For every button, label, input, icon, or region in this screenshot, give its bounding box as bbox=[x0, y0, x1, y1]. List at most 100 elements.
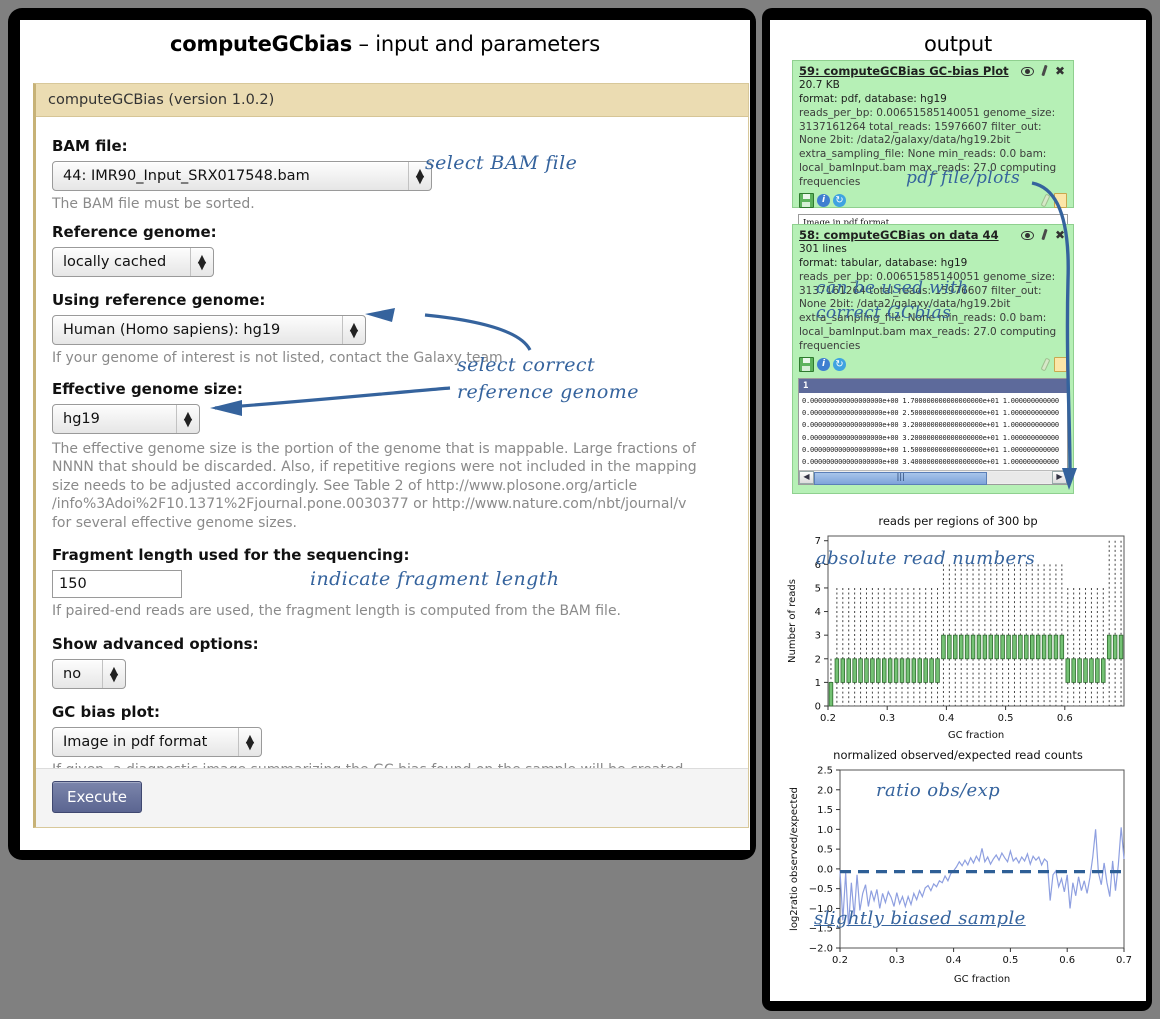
svg-text:1.0: 1.0 bbox=[817, 825, 833, 836]
chart-reads-per-region: reads per regions of 300 bp 0 1 2 3 4 5 6 7 0.2 0… bbox=[784, 514, 1132, 746]
info-icon[interactable]: i bbox=[817, 193, 830, 207]
left-panel-title-bold: computeGCbias bbox=[170, 32, 353, 56]
svg-text:0: 0 bbox=[815, 702, 821, 713]
history-item-title[interactable]: 59: computeGCBias GC-bias Plot bbox=[799, 64, 1021, 78]
fragment-length-help: If paired-end reads are used, the fragme… bbox=[52, 603, 622, 620]
svg-text:GC fraction: GC fraction bbox=[954, 974, 1010, 985]
chevron-updown-icon: ▲ ▼ bbox=[408, 162, 431, 190]
svg-text:0.5: 0.5 bbox=[1002, 955, 1018, 966]
chevron-updown-icon: ▲ ▼ bbox=[176, 404, 199, 433]
history-item-title[interactable]: 58: computeGCBias on data 44 bbox=[799, 228, 1021, 242]
svg-text:2: 2 bbox=[815, 654, 821, 665]
tool-form-body: BAM file: 44: IMR90_Input_SRX017548.bam … bbox=[36, 117, 748, 779]
eye-icon[interactable] bbox=[1020, 230, 1034, 240]
delete-icon[interactable]: ✖ bbox=[1055, 229, 1065, 241]
pencil-icon[interactable] bbox=[1039, 65, 1050, 77]
table-row: 0.000000000000000000e+00 1.7000000000000… bbox=[802, 396, 1059, 405]
reference-genome-select[interactable]: locally cached ▲ ▼ bbox=[52, 247, 214, 278]
gc-bias-plot-label: GC bias plot: bbox=[52, 702, 161, 721]
svg-text:2.5: 2.5 bbox=[817, 766, 833, 777]
svg-text:1.5: 1.5 bbox=[817, 805, 833, 816]
history-item-size: 20.7 KB bbox=[799, 79, 840, 91]
fragment-length-input[interactable]: 150 bbox=[52, 570, 182, 599]
effective-genome-size-help: The effective genome size is the portion… bbox=[52, 440, 697, 531]
gc-bias-plot-value: Image in pdf format bbox=[63, 733, 208, 750]
using-reference-genome-help: If your genome of interest is not listed… bbox=[52, 350, 503, 367]
table-row: 0.000000000000000000e+00 2.5000000000000… bbox=[802, 409, 1059, 418]
left-panel-title-rest: – input and parameters bbox=[352, 32, 600, 56]
svg-text:GC fraction: GC fraction bbox=[948, 730, 1004, 741]
attachment-icon[interactable] bbox=[1039, 194, 1051, 206]
svg-text:4: 4 bbox=[815, 607, 821, 618]
right-panel-title: output bbox=[923, 32, 993, 56]
chart1-title: reads per regions of 300 bp bbox=[878, 514, 1038, 528]
using-reference-genome-select[interactable]: Human (Homo sapiens): hg19 ▲ ▼ bbox=[52, 315, 366, 346]
tabular-rows: 0.000000000000000000e+00 1.7000000000000… bbox=[799, 393, 1067, 471]
reference-genome-value: locally cached bbox=[63, 254, 167, 271]
history-item-format: format: pdf, database: hg19 bbox=[799, 92, 947, 105]
advanced-options-select[interactable]: no ▲ ▼ bbox=[52, 658, 126, 689]
svg-text:−1.0: −1.0 bbox=[809, 904, 833, 915]
history-item-58[interactable]: 58: computeGCBias on data 44 ✖ 301 lines… bbox=[792, 224, 1074, 494]
svg-text:0.3: 0.3 bbox=[889, 955, 905, 966]
page-icon[interactable] bbox=[1054, 356, 1067, 372]
svg-text:0.4: 0.4 bbox=[946, 955, 962, 966]
save-icon[interactable] bbox=[799, 356, 814, 372]
tabular-column-header: 1 bbox=[799, 378, 1067, 393]
bam-file-value: 44: IMR90_Input_SRX017548.bam bbox=[63, 168, 310, 184]
history-item-59[interactable]: 59: computeGCBias GC-bias Plot ✖ 20.7 KB… bbox=[792, 60, 1074, 232]
fragment-length-label: Fragment length used for the sequencing: bbox=[52, 546, 410, 565]
effective-genome-size-select[interactable]: hg19 ▲ ▼ bbox=[52, 403, 200, 434]
bam-file-select[interactable]: 44: IMR90_Input_SRX017548.bam ▲ ▼ bbox=[52, 161, 432, 191]
bam-file-help: The BAM file must be sorted. bbox=[52, 196, 255, 212]
info-icon[interactable]: i bbox=[817, 357, 830, 371]
rerun-icon[interactable]: ↻ bbox=[833, 357, 846, 371]
effective-genome-size-label: Effective genome size: bbox=[52, 379, 243, 398]
svg-text:0.5: 0.5 bbox=[817, 845, 833, 856]
svg-text:log2ratio observed/expected: log2ratio observed/expected bbox=[789, 787, 800, 931]
svg-text:3: 3 bbox=[815, 631, 821, 642]
advanced-options-label: Show advanced options: bbox=[52, 634, 259, 653]
svg-text:0.5: 0.5 bbox=[998, 713, 1014, 724]
history-item-actions: i ↻ bbox=[793, 190, 1073, 212]
galaxy-tool-form: computeGCBias (version 1.0.2) BAM file: … bbox=[33, 83, 749, 828]
chart1-svg: 0 1 2 3 4 5 6 7 0.2 0.3 0.4 0.5 0.6 GC fraction Number… bbox=[787, 535, 1125, 741]
history-item-blurb: reads_per_bp: 0.00651585140051 genome_si… bbox=[799, 106, 1057, 189]
execute-bar: Execute bbox=[36, 768, 748, 827]
chevron-updown-icon: ▲ ▼ bbox=[238, 727, 261, 756]
chart2-svg: −2.0 −1.5 −1.0 −0.5 0.0 0.5 1.0 1.5 2.0 2.5 0.2 0.3… bbox=[789, 766, 1132, 986]
svg-text:−2.0: −2.0 bbox=[809, 944, 833, 955]
page-icon[interactable] bbox=[1054, 192, 1067, 208]
table-row: 0.000000000000000000e+00 1.5000000000000… bbox=[802, 445, 1059, 454]
history-item-size: 301 lines bbox=[799, 243, 847, 255]
attachment-icon[interactable] bbox=[1039, 358, 1051, 370]
history-item-header: 58: computeGCBias on data 44 ✖ bbox=[793, 225, 1073, 243]
svg-text:2.0: 2.0 bbox=[817, 785, 833, 796]
scrollbar-track[interactable] bbox=[814, 472, 1052, 486]
rerun-icon[interactable]: ↻ bbox=[833, 193, 846, 207]
svg-text:0.2: 0.2 bbox=[820, 713, 836, 724]
tabular-preview: 1 0.000000000000000000e+00 1.70000000000… bbox=[798, 377, 1068, 486]
chart-obs-exp-ratio: normalized observed/expected read counts… bbox=[784, 748, 1132, 988]
tool-form-header: computeGCBias (version 1.0.2) bbox=[36, 84, 748, 117]
svg-text:0.3: 0.3 bbox=[879, 713, 895, 724]
table-row: 0.000000000000000000e+00 3.2000000000000… bbox=[802, 421, 1059, 430]
svg-text:0.4: 0.4 bbox=[938, 713, 954, 724]
svg-text:0.6: 0.6 bbox=[1057, 713, 1073, 724]
save-icon[interactable] bbox=[799, 192, 814, 208]
chart2-title: normalized observed/expected read counts bbox=[833, 748, 1083, 762]
scroll-right-button[interactable]: ▶ bbox=[1052, 471, 1067, 485]
effective-genome-size-value: hg19 bbox=[63, 410, 100, 427]
delete-icon[interactable]: ✖ bbox=[1055, 65, 1065, 77]
table-row: 0.000000000000000000e+00 3.2000000000000… bbox=[802, 433, 1059, 442]
scrollbar-thumb[interactable] bbox=[814, 472, 988, 486]
execute-button[interactable]: Execute bbox=[52, 781, 142, 813]
reference-genome-label: Reference genome: bbox=[52, 223, 217, 242]
right-panel: output 59: computeGCBias GC-bias Plot ✖ … bbox=[770, 20, 1146, 1001]
pencil-icon[interactable] bbox=[1039, 229, 1050, 241]
gc-bias-plot-select[interactable]: Image in pdf format ▲ ▼ bbox=[52, 726, 262, 757]
horizontal-scrollbar[interactable]: ◀ ▶ bbox=[799, 470, 1067, 486]
left-panel: computeGCbias – input and parameters com… bbox=[20, 20, 750, 850]
scroll-left-button[interactable]: ◀ bbox=[799, 471, 814, 485]
eye-icon[interactable] bbox=[1020, 66, 1034, 76]
